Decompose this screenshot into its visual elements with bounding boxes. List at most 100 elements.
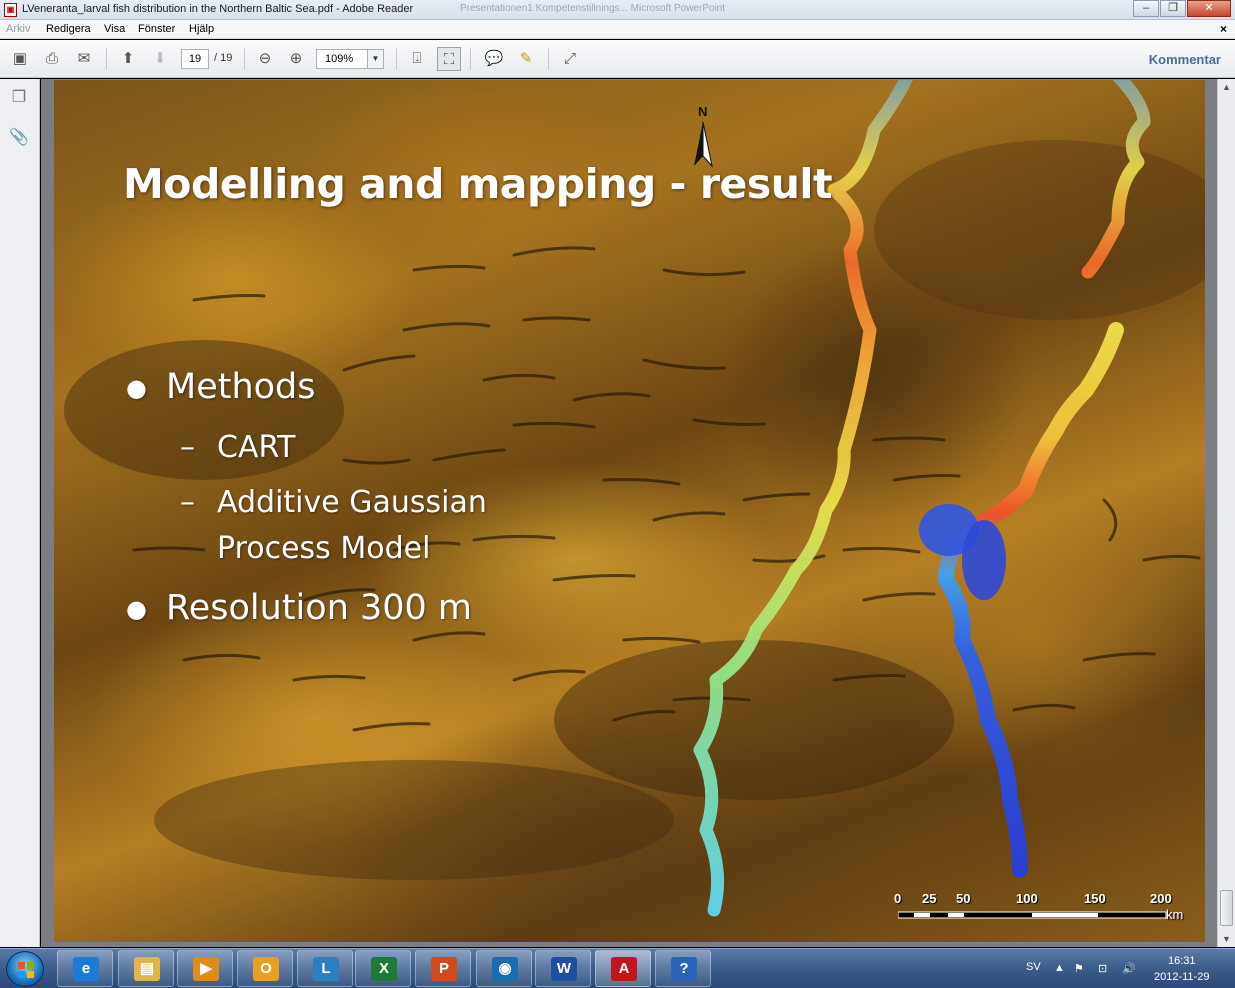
powerpoint-icon: P — [431, 957, 457, 981]
globe-app-icon: ◉ — [492, 957, 518, 981]
scale-tick-label: 25 — [922, 891, 937, 906]
start-button[interactable] — [6, 951, 44, 987]
menu-bar: Arkiv Redigera Visa Fönster Hjälp × — [0, 20, 1235, 39]
bullet-icon: ● — [126, 374, 147, 402]
scale-unit: km — [1166, 907, 1184, 922]
action-center-flag-icon[interactable]: ⚑ — [1074, 962, 1084, 975]
menu-redigera[interactable]: Redigera — [46, 23, 91, 35]
taskbar-word-button[interactable]: W — [535, 950, 591, 987]
clock-date[interactable]: 2012-11-29 — [1154, 971, 1209, 983]
taskbar-internet-explorer-button[interactable]: e — [57, 950, 113, 987]
taskbar-lync-button[interactable]: L — [297, 950, 353, 987]
scroll-down-icon[interactable]: ▼ — [1222, 934, 1231, 944]
minimize-button[interactable]: – — [1133, 0, 1159, 17]
show-hidden-icons-icon[interactable]: ▲ — [1054, 962, 1065, 974]
north-arrow-icon — [694, 121, 713, 168]
toolbar-divider — [106, 48, 107, 70]
taskbar-adobe-reader-button[interactable]: A — [595, 950, 651, 987]
toolbar-divider — [396, 48, 397, 70]
taskbar: e ▤ ▶ O L X P ◉ W A? SV ▲ ⚑ ⊡ 🔊 16:31 2012-11-29 — [0, 948, 1235, 988]
zoom-out-icon[interactable]: ⊖ — [253, 47, 277, 71]
taskbar-outlook-button[interactable]: O — [237, 950, 293, 987]
toolbar-divider — [548, 48, 549, 70]
sub-bullet-gaussian: – Additive Gaussian — [180, 485, 487, 520]
toolbar: ▣ ⎙ ✉ ⬆ ⬇ 19 / 19 ⊖ ⊕ 109% ▼ ⍗ ⛶ 💬 ✎ ⤢ K… — [0, 40, 1235, 78]
scale-tick-label: 0 — [894, 891, 902, 906]
scale-tick-label: 150 — [1084, 891, 1106, 906]
zoom-value: 109% — [325, 53, 354, 65]
email-icon[interactable]: ✉ — [72, 47, 96, 71]
menu-hjalp[interactable]: Hjälp — [189, 23, 214, 35]
window-close-button[interactable]: ✕ — [1187, 0, 1231, 17]
scale-bar-graphic — [898, 911, 1167, 919]
scroll-thumb[interactable] — [1220, 890, 1233, 926]
document-close-icon[interactable]: × — [1220, 22, 1227, 36]
system-tray: SV ▲ ⚑ ⊡ 🔊 16:31 2012-11-29 — [1018, 949, 1235, 988]
bullet-methods: ● Methods — [126, 367, 316, 407]
next-page-icon[interactable]: ⬇ — [148, 47, 172, 71]
zoom-select[interactable]: 109% ▼ — [316, 49, 384, 69]
previous-page-icon[interactable]: ⬆ — [116, 47, 140, 71]
dash-icon: – — [180, 485, 195, 520]
taskbar-help-button[interactable]: ? — [655, 950, 711, 987]
help-icon: ? — [671, 957, 697, 981]
title-bar: ▣ LVeneranta_larval fish distribution in… — [0, 0, 1235, 20]
vertical-scrollbar[interactable]: ▲ ▼ — [1217, 79, 1235, 947]
clock-time[interactable]: 16:31 — [1168, 955, 1196, 967]
dash-icon: – — [180, 430, 195, 465]
language-indicator[interactable]: SV — [1026, 961, 1041, 973]
expand-icon[interactable]: ⤢ — [558, 47, 582, 71]
page-total: / 19 — [214, 52, 233, 64]
toolbar-divider — [470, 48, 471, 70]
internet-explorer-icon: e — [73, 957, 99, 981]
fit-width-icon[interactable]: ⛶ — [437, 47, 461, 71]
paperclip-icon[interactable]: 📎 — [8, 127, 30, 149]
window-title: LVeneranta_larval fish distribution in t… — [22, 3, 414, 15]
menu-arkiv[interactable]: Arkiv — [6, 23, 30, 35]
chevron-down-icon[interactable]: ▼ — [367, 50, 383, 68]
volume-icon[interactable]: 🔊 — [1122, 962, 1136, 975]
highlight-icon[interactable]: ✎ — [514, 47, 538, 71]
bullet-text: Methods — [166, 367, 316, 407]
bullet-icon: ● — [126, 595, 147, 623]
comment-bubble-icon[interactable]: 💬 — [482, 47, 506, 71]
taskbar-explorer-button[interactable]: ▤ — [118, 950, 174, 987]
page-number-input[interactable]: 19 — [181, 49, 209, 69]
taskbar-powerpoint-button[interactable]: P — [415, 950, 471, 987]
print-icon[interactable]: ⎙ — [40, 47, 64, 71]
windows-logo-icon — [18, 962, 34, 978]
zoom-in-icon[interactable]: ⊕ — [284, 47, 308, 71]
sub-bullet-text: Additive Gaussian — [217, 485, 487, 520]
maximize-button[interactable]: ❐ — [1160, 0, 1186, 17]
navigation-panel: ❐ 📎 — [0, 79, 40, 947]
outlook-icon: O — [253, 957, 279, 981]
bullet-resolution: ● Resolution 300 m — [126, 588, 472, 628]
fit-page-icon[interactable]: ⍗ — [405, 47, 429, 71]
menu-visa[interactable]: Visa — [104, 23, 125, 35]
slide-page: Modelling and mapping - result ● Methods … — [54, 80, 1205, 942]
slide-title: Modelling and mapping - result — [123, 160, 833, 208]
taskbar-excel-button[interactable]: X — [355, 950, 411, 987]
adobe-reader-icon: A — [611, 957, 637, 981]
background-window-title: Presentationen1 Kompetenstillnings... Mi… — [460, 3, 726, 14]
media-player-icon: ▶ — [193, 957, 219, 981]
lync-icon: L — [313, 957, 339, 981]
network-icon[interactable]: ⊡ — [1098, 962, 1107, 975]
comment-panel-button[interactable]: Kommentar — [1149, 52, 1221, 67]
scroll-up-icon[interactable]: ▲ — [1222, 82, 1231, 92]
excel-icon: X — [371, 957, 397, 981]
save-icon[interactable]: ▣ — [8, 47, 32, 71]
scale-tick-label: 50 — [956, 891, 971, 906]
toolbar-divider — [244, 48, 245, 70]
pages-icon[interactable]: ❐ — [8, 87, 30, 109]
scale-tick-label: 100 — [1016, 891, 1038, 906]
word-icon: W — [551, 957, 577, 981]
explorer-icon: ▤ — [134, 957, 160, 981]
scale-bar: 0 25 50 100 150 200 km — [894, 888, 1194, 928]
sub-bullet-text: CART — [217, 430, 296, 465]
menu-fonster[interactable]: Fönster — [138, 23, 175, 35]
taskbar-globe-app-button[interactable]: ◉ — [476, 950, 532, 987]
taskbar-media-player-button[interactable]: ▶ — [177, 950, 233, 987]
adobe-reader-icon: ▣ — [4, 3, 17, 17]
sub-bullet-gaussian-continuation: Process Model — [217, 531, 431, 566]
